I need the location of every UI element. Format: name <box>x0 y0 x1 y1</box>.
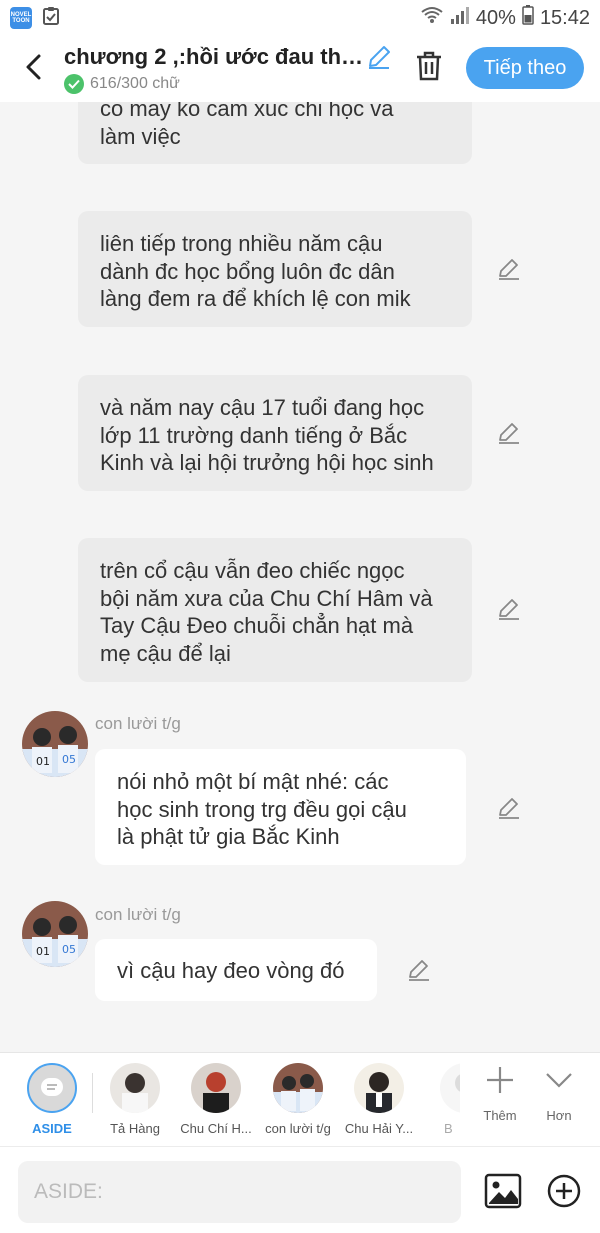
back-arrow-icon <box>26 54 41 80</box>
speaker-name: con lười t/g <box>95 905 181 924</box>
speaker-name: con lười t/g <box>95 714 181 733</box>
svg-text:05: 05 <box>62 943 76 956</box>
avatar[interactable]: 01 05 <box>22 901 88 967</box>
chat-bubble-icon <box>41 1078 63 1096</box>
edit-message-icon[interactable] <box>497 257 521 281</box>
editor-header: chương 2 ,:hồi ước đau thư... 616/300 ch… <box>0 36 600 102</box>
character-label: Chu Hải Y... <box>344 1121 414 1136</box>
edit-message-icon[interactable] <box>497 421 521 445</box>
edit-title-icon[interactable] <box>366 44 392 70</box>
wifi-icon <box>420 5 444 31</box>
aside-message[interactable]: và năm nay cậu 17 tuổi đang học lớp 11 t… <box>78 375 472 491</box>
character-label: Chu Chí H... <box>180 1121 252 1136</box>
character-item[interactable]: Chu Chí H... <box>176 1063 256 1136</box>
character-message[interactable]: nói nhỏ một bí mật nhé: các học sinh tro… <box>95 749 466 865</box>
character-label: Tả Hàng <box>110 1121 160 1136</box>
status-bar: NOVEL TOON 40% 15:42 <box>0 0 600 36</box>
svg-text:01: 01 <box>36 755 50 768</box>
aside-message[interactable]: co may ko cam xuc chi học va làm việc <box>78 102 472 164</box>
character-item[interactable]: Tả Hàng <box>95 1063 175 1136</box>
status-left: NOVEL TOON <box>10 6 60 31</box>
circle-plus-icon <box>547 1174 581 1208</box>
word-count: 616/300 chữ <box>90 75 180 92</box>
word-count-row: 616/300 chữ <box>64 74 180 94</box>
app-logo: NOVEL TOON <box>10 7 32 29</box>
character-aside[interactable]: ASIDE <box>12 1063 92 1136</box>
image-icon <box>484 1173 522 1209</box>
more-button[interactable]: Hơn <box>531 1065 587 1123</box>
character-message[interactable]: vì cậu hay đeo vòng đó <box>95 939 377 1001</box>
aside-message[interactable]: trên cổ cậu vẫn đeo chiếc ngọc bội năm x… <box>78 538 472 682</box>
svg-text:05: 05 <box>62 753 76 766</box>
character-item[interactable]: B <box>420 1063 460 1136</box>
add-character-button[interactable]: Thêm <box>472 1065 528 1123</box>
character-avatar <box>110 1063 160 1113</box>
message-input[interactable] <box>18 1161 461 1223</box>
character-avatar <box>354 1063 404 1113</box>
more-label: Hơn <box>546 1108 572 1123</box>
character-avatar <box>440 1063 460 1113</box>
character-avatar <box>273 1063 323 1113</box>
avatar[interactable]: 01 05 <box>22 711 88 777</box>
aside-avatar <box>27 1063 77 1113</box>
edit-message-icon[interactable] <box>497 597 521 621</box>
character-bar: ASIDE Tả Hàng Chu Chí H... con lười t/g … <box>0 1052 600 1146</box>
clock: 15:42 <box>539 6 590 29</box>
battery-percent: 40% <box>475 6 516 29</box>
plus-icon <box>487 1067 513 1093</box>
character-item[interactable]: Chu Hải Y... <box>339 1063 419 1136</box>
edit-message-icon[interactable] <box>497 796 521 820</box>
trash-icon <box>417 51 441 81</box>
character-item[interactable]: con lười t/g <box>258 1063 338 1136</box>
character-label: B <box>444 1121 453 1136</box>
character-label: ASIDE <box>32 1121 72 1136</box>
next-button[interactable]: Tiếp theo <box>466 47 584 89</box>
avatar-image: 01 05 <box>22 901 88 967</box>
add-label: Thêm <box>483 1108 517 1123</box>
svg-text:01: 01 <box>36 945 50 958</box>
avatar-image: 01 05 <box>22 711 88 777</box>
back-button[interactable] <box>18 50 48 84</box>
signal-icon <box>450 5 470 31</box>
add-content-button[interactable] <box>546 1173 582 1209</box>
aside-message[interactable]: liên tiếp trong nhiều năm cậu dành đc họ… <box>78 211 472 327</box>
character-label: con lười t/g <box>265 1121 331 1136</box>
character-avatar <box>191 1063 241 1113</box>
chapter-title[interactable]: chương 2 ,:hồi ước đau thư... <box>64 44 364 70</box>
delete-button[interactable] <box>414 50 446 84</box>
check-icon <box>64 74 84 94</box>
clipboard-check-icon <box>42 6 60 31</box>
chevron-down-icon <box>546 1073 572 1088</box>
battery-icon <box>522 5 534 31</box>
input-bar <box>0 1146 600 1233</box>
status-right: 40% 15:42 <box>420 5 590 31</box>
insert-image-button[interactable] <box>484 1173 522 1209</box>
edit-message-icon[interactable] <box>407 958 431 982</box>
divider <box>92 1073 93 1113</box>
chat-area[interactable]: co may ko cam xuc chi học va làm việc li… <box>0 102 600 1052</box>
